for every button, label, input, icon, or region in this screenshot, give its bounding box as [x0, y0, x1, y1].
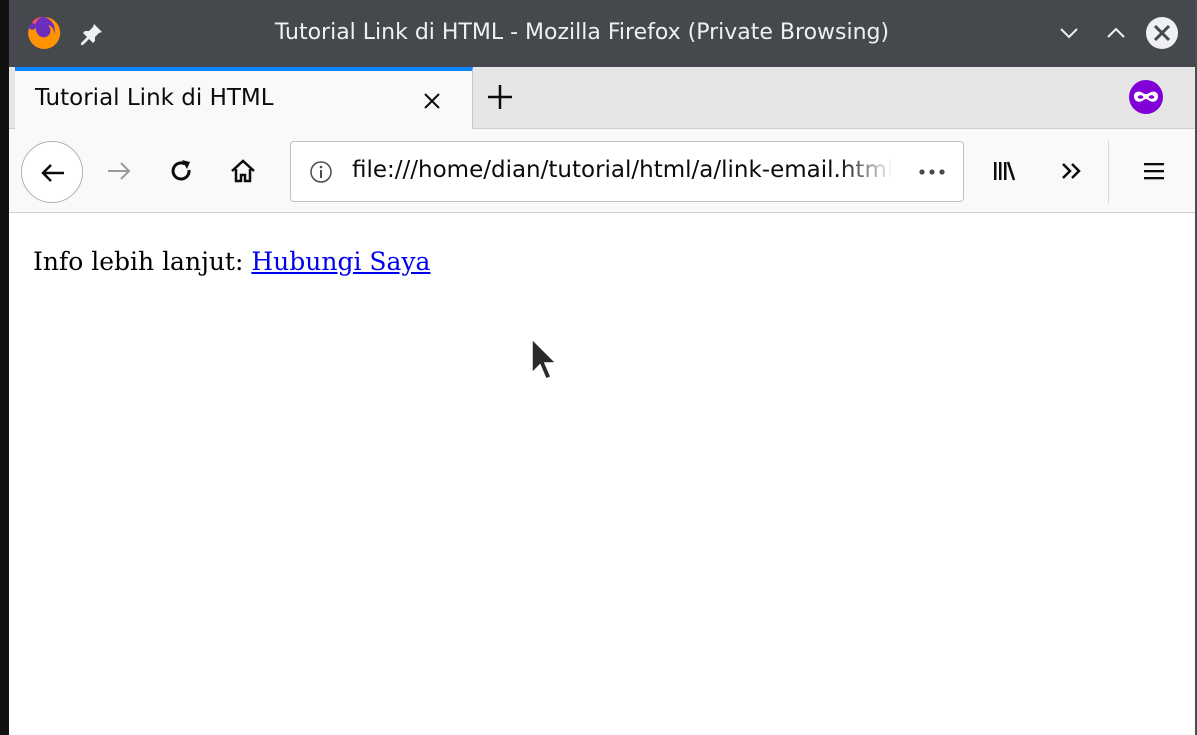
title-bar: Tutorial Link di HTML - Mozilla Firefox … — [9, 0, 1195, 67]
info-icon[interactable] — [309, 160, 333, 184]
new-tab-button[interactable] — [483, 80, 517, 114]
tab-label: Tutorial Link di HTML — [35, 85, 274, 111]
url-bar[interactable]: file:///home/dian/tutorial/html/a/link-e… — [290, 141, 964, 202]
info-text: Info lebih lanjut: — [33, 247, 244, 276]
reload-button[interactable] — [166, 156, 196, 186]
nav-toolbar: file:///home/dian/tutorial/html/a/link-e… — [9, 129, 1195, 213]
chevron-double-right-icon[interactable] — [1057, 156, 1087, 186]
toolbar-separator — [1108, 141, 1109, 203]
close-circle-icon[interactable] — [1144, 15, 1180, 51]
library-icon[interactable] — [989, 156, 1019, 186]
mouse-cursor-icon — [529, 337, 559, 383]
page-actions-icon[interactable] — [915, 162, 949, 182]
tab-active[interactable]: Tutorial Link di HTML — [15, 67, 473, 130]
close-icon[interactable] — [419, 88, 445, 114]
info-paragraph: Info lebih lanjut: Hubungi Saya — [33, 247, 430, 276]
url-text[interactable]: file:///home/dian/tutorial/html/a/link-e… — [352, 157, 893, 183]
hamburger-menu-icon[interactable] — [1139, 156, 1169, 186]
contact-link[interactable]: Hubungi Saya — [251, 247, 430, 276]
tab-bar: Tutorial Link di HTML — [9, 67, 1195, 130]
back-button[interactable] — [21, 141, 83, 203]
browser-window: Tutorial Link di HTML - Mozilla Firefox … — [0, 0, 1197, 735]
window-title: Tutorial Link di HTML - Mozilla Firefox … — [274, 20, 890, 45]
page-content: Info lebih lanjut: Hubungi Saya — [9, 214, 1195, 735]
home-button[interactable] — [228, 156, 258, 186]
chevron-down-icon[interactable] — [1054, 18, 1084, 48]
arrow-left-icon — [41, 164, 64, 182]
private-browsing-mask-icon — [1128, 79, 1164, 115]
chevron-up-icon[interactable] — [1101, 18, 1131, 48]
forward-button[interactable] — [104, 156, 134, 186]
